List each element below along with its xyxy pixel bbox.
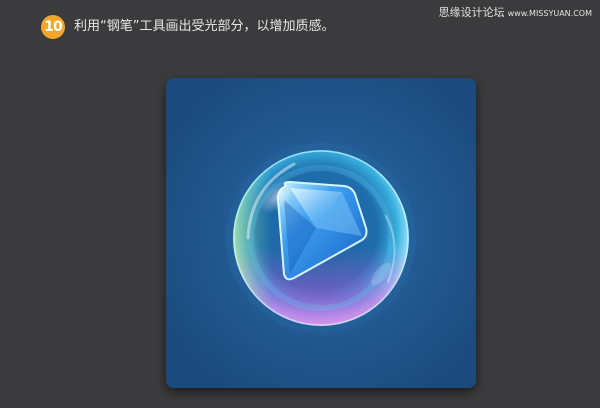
site-watermark: 思缘设计论坛 www.MISSYUAN.COM: [439, 6, 592, 21]
tutorial-page: 10 利用“钢笔”工具画出受光部分，以增加质感。 思缘设计论坛 www.MISSY…: [0, 0, 600, 408]
watermark-url: www.MISSYUAN.COM: [507, 9, 592, 18]
step-number: 10: [44, 19, 63, 35]
glass-bubble-play-icon: [166, 78, 476, 388]
watermark-site-name: 思缘设计论坛: [438, 6, 505, 19]
step-instruction: 利用“钢笔”工具画出受光部分，以增加质感。: [74, 19, 335, 34]
step-number-badge: 10: [41, 15, 65, 39]
artwork-canvas: [166, 78, 476, 388]
